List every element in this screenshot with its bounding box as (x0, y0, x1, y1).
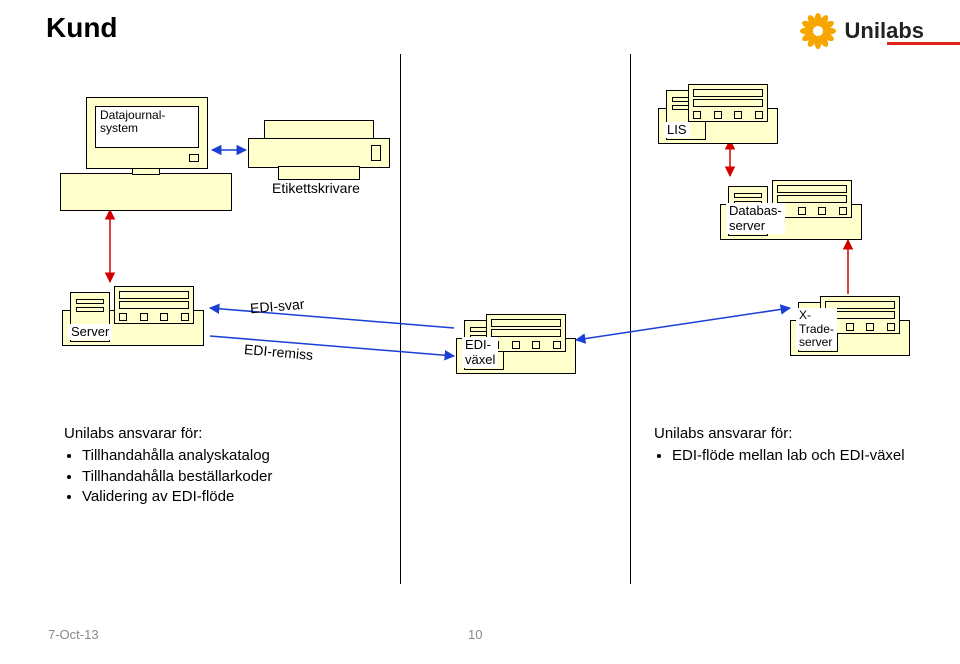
lane-divider (630, 54, 631, 584)
footer-date: 7-Oct-13 (48, 627, 99, 642)
server-edi-label: EDI- växel (462, 337, 498, 368)
brand: Unilabs (799, 12, 924, 50)
printer-label: Etikettskrivare (272, 180, 360, 196)
list-item: Validering av EDI-flöde (82, 487, 384, 507)
list-item: EDI-flöde mellan lab och EDI-växel (672, 446, 914, 466)
bullets-right-heading: Unilabs ansvarar för: (654, 424, 914, 444)
page-title: Kund (46, 12, 118, 44)
list-item: Tillhandahålla beställarkoder (82, 467, 384, 487)
printer: Etikettskrivare (248, 120, 388, 180)
bullets-right: Unilabs ansvarar för: EDI-flöde mellan l… (654, 424, 914, 467)
server-left: Server (62, 284, 202, 346)
footer-page: 10 (468, 627, 482, 642)
bullets-left-heading: Unilabs ansvarar för: (64, 424, 384, 444)
bullets-left: Unilabs ansvarar för: Tillhandahålla ana… (64, 424, 384, 507)
server-edi: EDI- växel (456, 312, 574, 374)
brand-underline (887, 42, 960, 45)
pc-label: Datajournal- system (95, 106, 199, 148)
server-left-label: Server (68, 324, 112, 340)
server-lis-label: LIS (664, 122, 690, 138)
flow-edi-svar: EDI-svar (249, 296, 305, 317)
list-item: Tillhandahålla analyskatalog (82, 446, 384, 466)
brand-logo-icon (799, 12, 837, 50)
server-db-label: Databas- server (726, 203, 785, 234)
server-xtrade: X- Trade- server (790, 294, 908, 356)
lane-divider (400, 54, 401, 584)
pc-datajournal: Datajournal- system (60, 96, 230, 211)
server-xtrade-label: X- Trade- server (796, 308, 837, 350)
flow-edi-remiss: EDI-remiss (243, 341, 313, 363)
brand-name: Unilabs (845, 18, 924, 43)
server-lis: LIS (658, 82, 776, 144)
server-db: Databas- server (720, 178, 860, 240)
